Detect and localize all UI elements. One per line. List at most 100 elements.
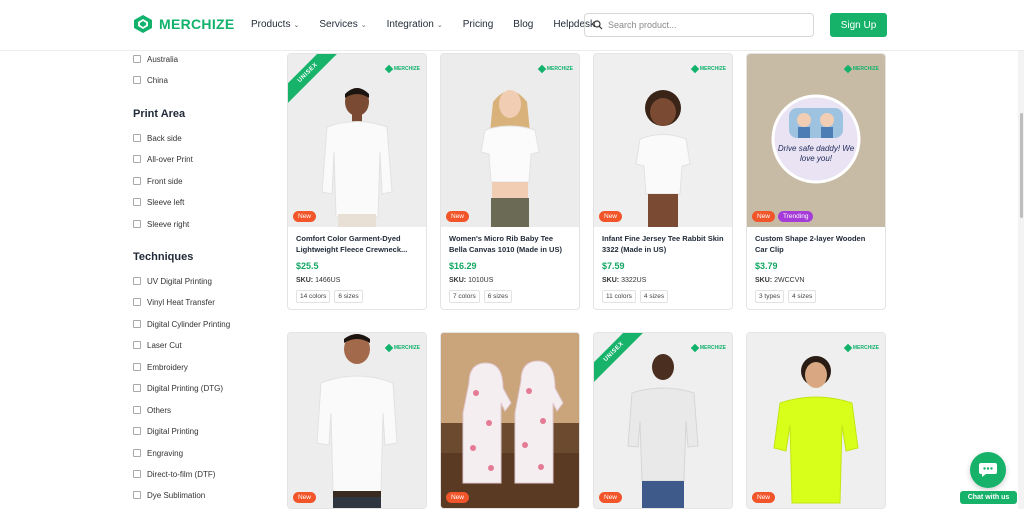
nav-integration[interactable]: Integration ⌄	[387, 19, 443, 30]
badge-group: New Trending	[752, 211, 814, 222]
badge-group: New	[293, 492, 317, 503]
filter-digital-printing[interactable]: Digital Printing	[133, 425, 199, 437]
product-image[interactable]: UNISEX MERCHIZE New	[288, 54, 426, 227]
filter-dye-sublimation[interactable]: Dye Sublimation	[133, 489, 205, 501]
nav-label: Pricing	[462, 19, 494, 30]
nav-blog[interactable]: Blog	[513, 19, 533, 30]
filter-engraving[interactable]: Engraving	[133, 447, 183, 459]
checkbox[interactable]	[133, 55, 141, 63]
product-card[interactable]: UNISEX MERCHIZE New Comfort Color Garmen…	[287, 53, 427, 310]
product-image[interactable]: MERCHIZE New	[441, 333, 579, 508]
filter-label: All-over Print	[147, 154, 193, 164]
product-image[interactable]: MERCHIZE New	[288, 333, 426, 508]
filter-label: Engraving	[147, 448, 184, 458]
filter-back-side[interactable]: Back side	[133, 132, 182, 144]
page-scrollbar[interactable]	[1018, 51, 1024, 509]
filter-sleeve-left[interactable]: Sleeve left	[133, 196, 184, 208]
filter-digital-printing-dtg[interactable]: Digital Printing (DTG)	[133, 382, 223, 394]
product-image[interactable]: MERCHIZE New	[594, 54, 732, 227]
chevron-down-icon: ⌄	[293, 22, 300, 29]
product-card[interactable]: MERCHIZE New	[287, 332, 427, 509]
filter-all-over-print[interactable]: All-over Print	[133, 153, 193, 165]
filter-laser-cut[interactable]: Laser Cut	[133, 339, 182, 351]
filter-uv-digital-printing[interactable]: UV Digital Printing	[133, 275, 212, 287]
product-title[interactable]: Infant Fine Jersey Tee Rabbit Skin 3322 …	[602, 233, 724, 255]
filter-label: Others	[147, 405, 172, 415]
filter-label: Australia	[147, 54, 179, 64]
checkbox[interactable]	[133, 177, 141, 185]
nav-label: Services	[319, 19, 358, 30]
checkbox[interactable]	[133, 155, 141, 163]
checkbox[interactable]	[133, 491, 141, 499]
product-title[interactable]: Women's Micro Rib Baby Tee Bella Canvas …	[449, 233, 571, 255]
filter-label: Direct-to-film (DTF)	[147, 469, 216, 479]
nav-services[interactable]: Services ⌄	[319, 19, 366, 30]
checkbox[interactable]	[133, 320, 141, 328]
checkbox[interactable]	[133, 298, 141, 306]
filter-label: UV Digital Printing	[147, 276, 212, 286]
filter-label: Front side	[147, 176, 183, 186]
checkbox[interactable]	[133, 470, 141, 478]
product-card[interactable]: MERCHIZE New	[746, 332, 886, 509]
logo[interactable]: MERCHIZE	[133, 14, 235, 34]
filter-vinyl-heat-transfer[interactable]: Vinyl Heat Transfer	[133, 296, 215, 308]
chevron-down-icon: ⌄	[360, 22, 367, 29]
product-card[interactable]: UNISEX MERCHIZE New	[593, 332, 733, 509]
checkbox[interactable]	[133, 341, 141, 349]
filter-front-side[interactable]: Front side	[133, 175, 183, 187]
sign-up-button[interactable]: Sign Up	[830, 13, 887, 37]
product-card[interactable]: MERCHIZE New	[440, 332, 580, 509]
product-sku: SKU: 1466US	[296, 277, 341, 284]
filter-australia[interactable]: Australia	[133, 53, 178, 65]
product-card[interactable]: MERCHIZE Drive safe daddy! We love you! …	[746, 53, 886, 310]
badge-new: New	[293, 211, 317, 222]
product-card[interactable]: MERCHIZE New Infant Fine Jersey Tee Rabb…	[593, 53, 733, 310]
checkbox[interactable]	[133, 277, 141, 285]
main-nav: Products ⌄ Services ⌄ Integration ⌄ Pric…	[251, 19, 615, 30]
model-figure	[627, 354, 699, 508]
search-input[interactable]	[608, 20, 798, 30]
product-image[interactable]: UNISEX MERCHIZE New	[594, 333, 732, 508]
techniques-title: Techniques	[133, 251, 194, 263]
search-icon	[593, 20, 603, 30]
chat-label[interactable]: Chat with us	[960, 491, 1017, 504]
search-box[interactable]	[584, 13, 814, 37]
product-image[interactable]: MERCHIZE New	[441, 54, 579, 227]
brand-watermark: MERCHIZE	[537, 64, 573, 74]
filter-sleeve-right[interactable]: Sleeve right	[133, 218, 189, 230]
filter-china[interactable]: China	[133, 74, 168, 86]
product-sku: SKU: 3322US	[602, 277, 647, 284]
model-figure	[480, 90, 540, 227]
filter-embroidery[interactable]: Embroidery	[133, 361, 188, 373]
checkbox[interactable]	[133, 220, 141, 228]
nav-products[interactable]: Products ⌄	[251, 19, 299, 30]
product-title[interactable]: Custom Shape 2-layer Wooden Car Clip	[755, 233, 877, 255]
filter-label: Vinyl Heat Transfer	[147, 297, 215, 307]
product-price: $16.29	[449, 261, 477, 271]
filter-direct-to-film[interactable]: Direct-to-film (DTF)	[133, 468, 215, 480]
product-title[interactable]: Comfort Color Garment-Dyed Lightweight F…	[296, 233, 418, 255]
brand-watermark: MERCHIZE	[843, 64, 879, 74]
filter-others[interactable]: Others	[133, 404, 171, 416]
badge-group: New	[293, 211, 317, 222]
nav-pricing[interactable]: Pricing	[463, 19, 494, 30]
filter-label: Digital Cylinder Printing	[147, 319, 231, 329]
badge-group: New	[599, 211, 623, 222]
print-area-title: Print Area	[133, 108, 186, 120]
checkbox[interactable]	[133, 76, 141, 84]
checkbox[interactable]	[133, 406, 141, 414]
checkbox[interactable]	[133, 134, 141, 142]
product-image[interactable]: MERCHIZE New	[747, 333, 885, 508]
product-card[interactable]: MERCHIZE New Women's Micro Rib Baby Tee …	[440, 53, 580, 310]
badge-new: New	[293, 492, 317, 503]
chat-button[interactable]	[970, 452, 1006, 488]
filter-digital-cylinder-printing[interactable]: Digital Cylinder Printing	[133, 318, 230, 330]
badge-new: New	[446, 211, 470, 222]
checkbox[interactable]	[133, 198, 141, 206]
checkbox[interactable]	[133, 363, 141, 371]
product-image[interactable]: MERCHIZE Drive safe daddy! We love you! …	[747, 54, 885, 227]
checkbox[interactable]	[133, 449, 141, 457]
scrollbar-thumb[interactable]	[1020, 113, 1023, 218]
checkbox[interactable]	[133, 427, 141, 435]
checkbox[interactable]	[133, 384, 141, 392]
